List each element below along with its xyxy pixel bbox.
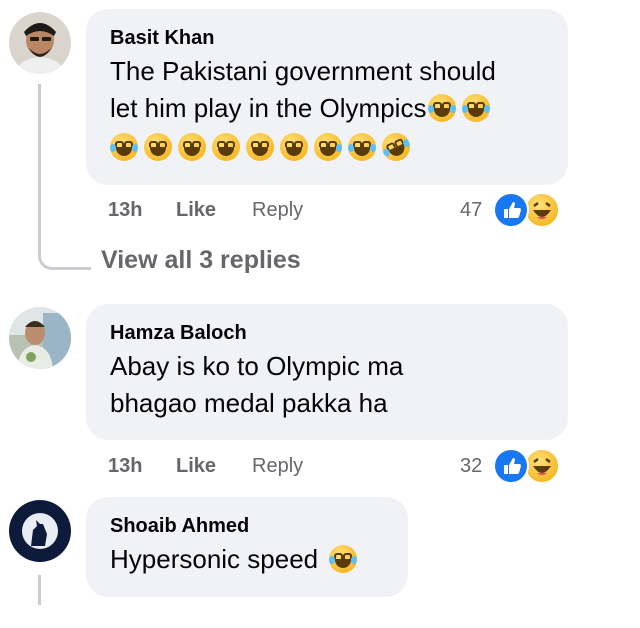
laughing-crying-emoji-icon bbox=[329, 545, 358, 573]
view-replies-link[interactable]: View all 3 replies bbox=[101, 246, 301, 275]
beaming-emoji-icon bbox=[246, 133, 274, 161]
avatar[interactable] bbox=[9, 307, 71, 369]
haha-icon[interactable] bbox=[524, 192, 560, 228]
smiling-eyes-emoji-icon bbox=[212, 133, 240, 161]
thread-line bbox=[38, 84, 41, 252]
comment-text: Abay is ko to Olympic ma bhagao medal pa… bbox=[110, 348, 544, 422]
comment-text-line: bhagao medal pakka ha bbox=[110, 388, 388, 418]
comment-text: The Pakistani government should let him … bbox=[110, 53, 544, 166]
grinning-emoji-icon bbox=[178, 133, 206, 161]
timestamp[interactable]: 13h bbox=[108, 199, 142, 222]
comment-actions: 13h Like Reply bbox=[108, 199, 358, 225]
comment-bubble: Shoaib Ahmed Hypersonic speed bbox=[86, 497, 408, 597]
comment-text-line: Hypersonic speed bbox=[110, 544, 319, 574]
comment-text: Hypersonic speed bbox=[110, 541, 384, 578]
like-button[interactable]: Like bbox=[176, 199, 216, 222]
comment-author[interactable]: Hamza Baloch bbox=[110, 322, 544, 344]
avatar[interactable] bbox=[9, 500, 71, 562]
reply-button[interactable]: Reply bbox=[252, 455, 303, 478]
comment-text-line: The Pakistani government should bbox=[110, 56, 496, 86]
avatar[interactable] bbox=[9, 12, 71, 74]
rolling-laughing-emoji-icon bbox=[377, 128, 415, 166]
like-button[interactable]: Like bbox=[176, 455, 216, 478]
laughing-crying-emoji-icon bbox=[348, 133, 376, 161]
laughing-crying-emoji-icon bbox=[110, 133, 138, 161]
comment-text-line: Abay is ko to Olympic ma bbox=[110, 351, 404, 381]
emoji-row bbox=[110, 128, 544, 166]
reaction-count[interactable]: 32 bbox=[460, 455, 482, 478]
comment-author[interactable]: Shoaib Ahmed bbox=[110, 515, 384, 537]
like-icon[interactable] bbox=[493, 448, 529, 484]
comment-author[interactable]: Basit Khan bbox=[110, 27, 544, 49]
reaction-count[interactable]: 47 bbox=[460, 199, 482, 222]
comment-bubble: Hamza Baloch Abay is ko to Olympic ma bh… bbox=[86, 304, 568, 440]
sweat-smile-emoji-icon bbox=[314, 133, 342, 161]
comment-text-fragment: let him play in the Olympics bbox=[110, 93, 427, 123]
comment-actions: 13h Like Reply bbox=[108, 455, 358, 481]
squinting-laugh-emoji-icon bbox=[280, 133, 308, 161]
haha-icon[interactable] bbox=[524, 448, 560, 484]
thread-line-curve bbox=[38, 240, 91, 270]
laughing-crying-emoji-icon bbox=[428, 94, 457, 122]
like-icon[interactable] bbox=[493, 192, 529, 228]
laughing-crying-emoji-icon bbox=[462, 94, 491, 122]
comment-text-line: let him play in the Olympics bbox=[110, 90, 544, 127]
timestamp[interactable]: 13h bbox=[108, 455, 142, 478]
reply-button[interactable]: Reply bbox=[252, 199, 303, 222]
thread-line bbox=[38, 575, 41, 605]
grinning-emoji-icon bbox=[144, 133, 172, 161]
comment-bubble: Basit Khan The Pakistani government shou… bbox=[86, 9, 568, 185]
